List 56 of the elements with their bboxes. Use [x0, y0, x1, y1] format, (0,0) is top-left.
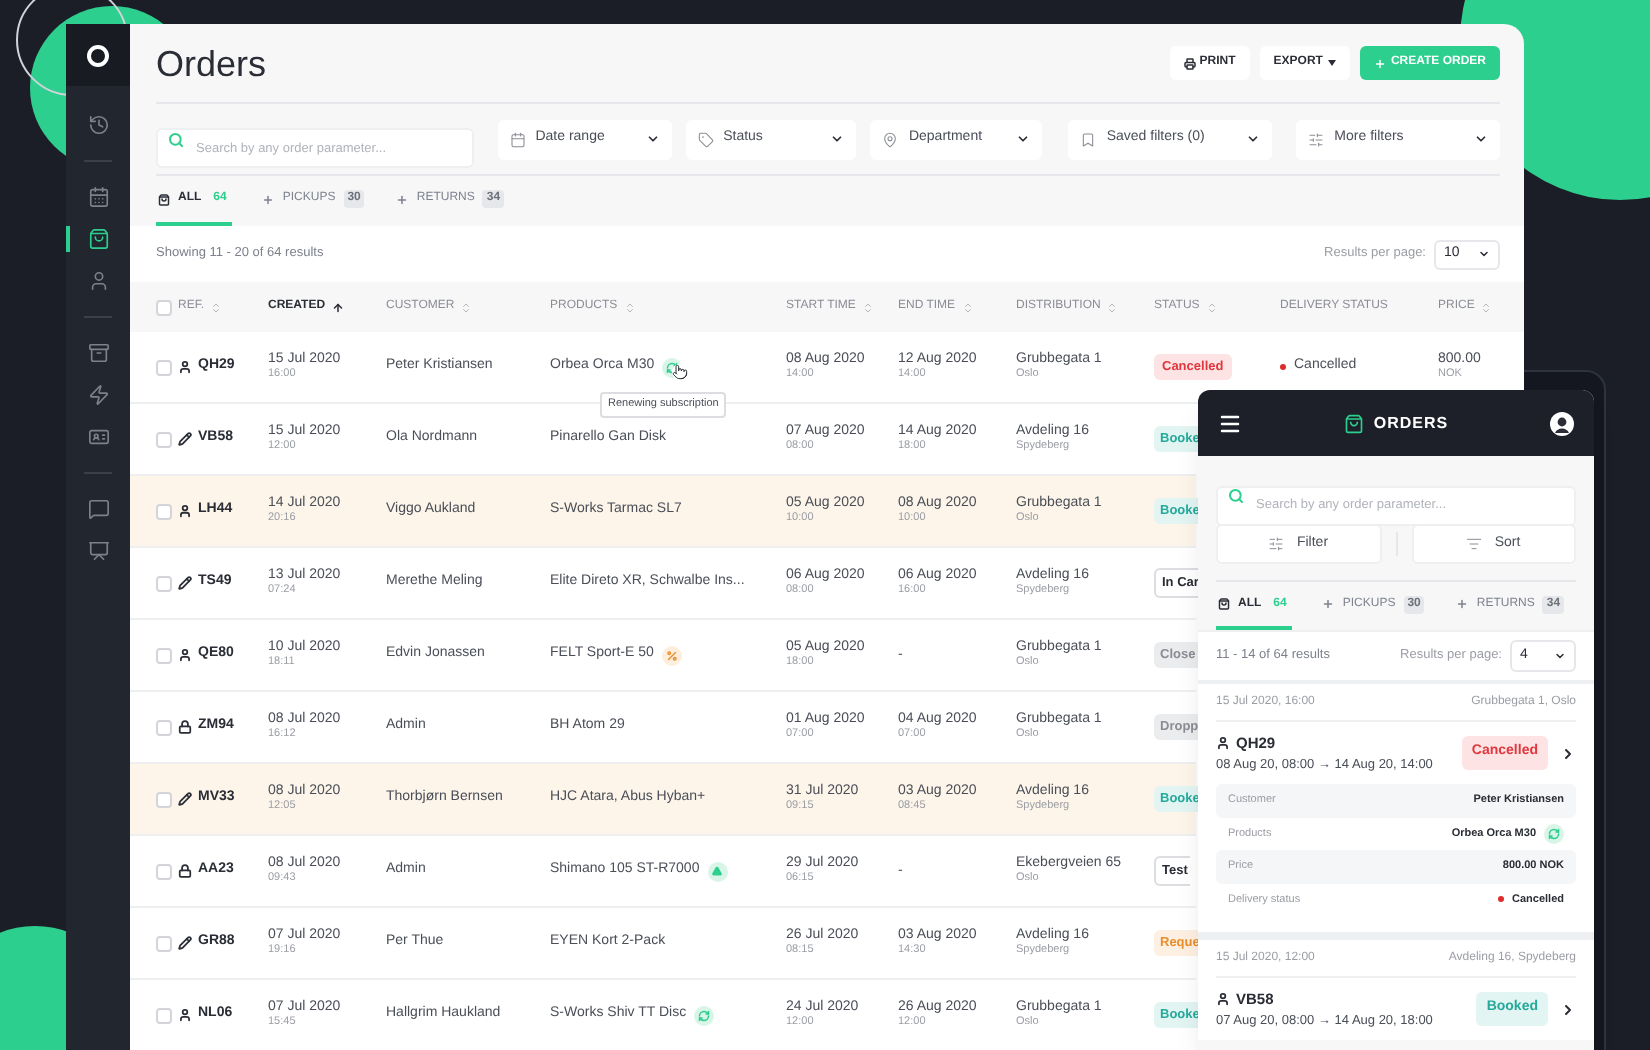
- sort-ascending-icon[interactable]: [331, 301, 344, 313]
- plus-icon: [1456, 598, 1469, 610]
- chevron-down-icon: [1478, 248, 1490, 260]
- plus-icon: [396, 193, 409, 205]
- checkbox[interactable]: [156, 359, 172, 375]
- calendar-icon: [509, 131, 526, 147]
- bag-icon: [1218, 598, 1230, 610]
- checkbox[interactable]: [156, 647, 172, 663]
- archive-icon[interactable]: [87, 342, 109, 364]
- checkbox[interactable]: [156, 1007, 172, 1023]
- page-title: Orders: [156, 45, 267, 81]
- avatar[interactable]: [1549, 411, 1574, 435]
- checkbox[interactable]: [156, 299, 172, 315]
- chevron-down-icon: [1474, 132, 1489, 146]
- search-icon: [1228, 488, 1244, 504]
- bolt-icon[interactable]: [87, 384, 109, 406]
- pointer-icon: [672, 364, 688, 381]
- chevron-right-icon[interactable]: [1560, 745, 1576, 761]
- checkbox[interactable]: [156, 935, 172, 951]
- sliders-icon: [1268, 536, 1285, 552]
- bag-icon[interactable]: [87, 228, 109, 250]
- history-icon[interactable]: [87, 114, 109, 136]
- bookmark-icon: [1080, 131, 1097, 147]
- checkbox[interactable]: [156, 791, 172, 807]
- mobile-title: ORDERS: [1373, 411, 1449, 435]
- bag-icon: [1343, 413, 1364, 433]
- checkbox[interactable]: [156, 863, 172, 879]
- menu-icon[interactable]: [1218, 411, 1242, 435]
- plus-icon: [1322, 598, 1335, 610]
- user-icon[interactable]: [87, 270, 109, 292]
- printer-icon: [1183, 57, 1196, 69]
- tag-icon: [697, 131, 714, 147]
- pin-icon: [882, 131, 899, 147]
- chevron-down-icon: [645, 132, 660, 146]
- plus-icon: [1374, 57, 1387, 69]
- checkbox[interactable]: [156, 719, 172, 735]
- checkbox[interactable]: [156, 575, 172, 591]
- chevron-down-icon: [1554, 650, 1566, 662]
- chevron-down-icon: [1016, 132, 1031, 146]
- chevron-right-icon[interactable]: [1560, 1001, 1576, 1017]
- checkbox[interactable]: [156, 503, 172, 519]
- presentation-icon[interactable]: [87, 540, 109, 562]
- checkbox[interactable]: [156, 431, 172, 447]
- chevron-down-icon: [830, 132, 845, 146]
- id-card-icon[interactable]: [87, 426, 109, 448]
- bag-icon: [158, 193, 170, 205]
- chat-icon[interactable]: [87, 498, 109, 520]
- active-indicator: [66, 226, 70, 252]
- logo-icon: [86, 43, 110, 67]
- caret-icon: [1328, 60, 1337, 66]
- calendar-icon[interactable]: [87, 186, 109, 208]
- search-icon: [168, 131, 184, 147]
- filter-lines-icon: [1466, 536, 1483, 552]
- plus-icon: [262, 193, 275, 205]
- chevron-down-icon: [1246, 132, 1261, 146]
- sliders-icon: [1308, 131, 1325, 147]
